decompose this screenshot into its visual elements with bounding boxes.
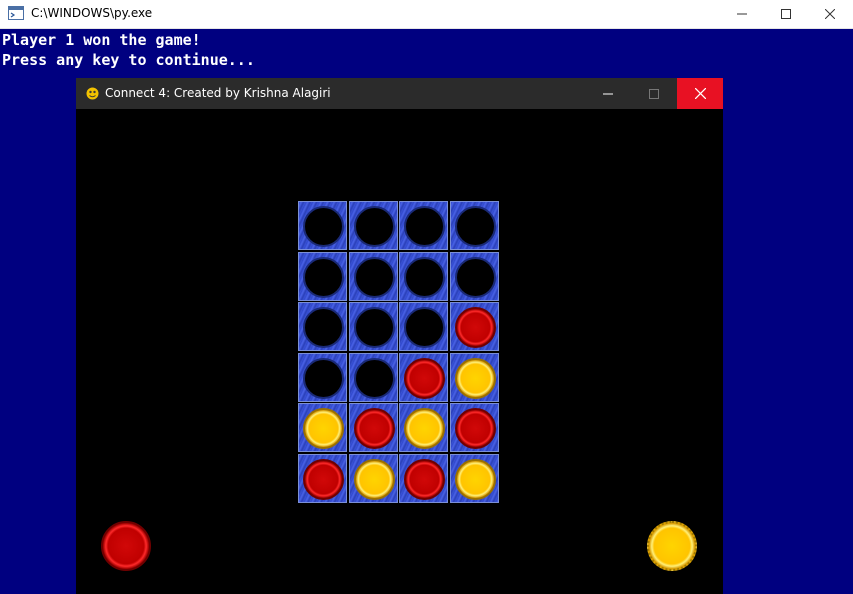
board-cell[interactable] bbox=[450, 403, 499, 452]
red-disc bbox=[455, 408, 496, 449]
pygame-icon bbox=[86, 87, 99, 100]
empty-slot bbox=[354, 257, 395, 298]
board-cell[interactable] bbox=[298, 201, 347, 250]
board-cell[interactable] bbox=[298, 252, 347, 301]
empty-slot bbox=[303, 307, 344, 348]
console-app-icon bbox=[8, 6, 24, 20]
player-1-red-token bbox=[101, 521, 151, 571]
empty-slot bbox=[303, 206, 344, 247]
yellow-disc bbox=[455, 459, 496, 500]
board-cell[interactable] bbox=[450, 302, 499, 351]
game-window-title: Connect 4: Created by Krishna Alagiri bbox=[105, 86, 331, 100]
board-cell[interactable] bbox=[298, 353, 347, 402]
board-cell[interactable] bbox=[399, 252, 448, 301]
board-cell[interactable] bbox=[349, 454, 398, 503]
board-cell[interactable] bbox=[349, 252, 398, 301]
empty-slot bbox=[354, 206, 395, 247]
empty-slot bbox=[455, 206, 496, 247]
yellow-disc bbox=[354, 459, 395, 500]
red-disc bbox=[455, 307, 496, 348]
board-cell[interactable] bbox=[450, 454, 499, 503]
board-cell[interactable] bbox=[450, 353, 499, 402]
yellow-disc bbox=[455, 358, 496, 399]
board-cell[interactable] bbox=[349, 353, 398, 402]
player-2-yellow-token bbox=[647, 521, 697, 571]
board-cell[interactable] bbox=[399, 454, 448, 503]
maximize-icon bbox=[649, 88, 659, 99]
game-window: Connect 4: Created by Krishna Alagiri bbox=[76, 78, 723, 594]
game-canvas[interactable] bbox=[76, 109, 723, 594]
board-cell[interactable] bbox=[450, 201, 499, 250]
empty-slot bbox=[303, 257, 344, 298]
board-cell[interactable] bbox=[399, 201, 448, 250]
console-titlebar: C:\WINDOWS\py.exe bbox=[0, 0, 853, 29]
console-title: C:\WINDOWS\py.exe bbox=[31, 6, 153, 20]
game-titlebar: Connect 4: Created by Krishna Alagiri bbox=[76, 78, 723, 109]
console-line-2: Press any key to continue... bbox=[2, 51, 255, 69]
board-cell[interactable] bbox=[298, 403, 347, 452]
red-disc bbox=[303, 459, 344, 500]
console-maximize-button[interactable] bbox=[763, 0, 809, 28]
console-line-1: Player 1 won the game! bbox=[2, 31, 201, 49]
board-cell[interactable] bbox=[399, 302, 448, 351]
game-board[interactable] bbox=[298, 201, 500, 505]
board-cell[interactable] bbox=[450, 252, 499, 301]
board-cell[interactable] bbox=[399, 353, 448, 402]
minimize-icon bbox=[603, 93, 613, 94]
board-cell[interactable] bbox=[349, 201, 398, 250]
empty-slot bbox=[303, 358, 344, 399]
empty-slot bbox=[404, 206, 445, 247]
console-minimize-button[interactable] bbox=[719, 0, 765, 28]
red-disc bbox=[404, 459, 445, 500]
board-cell[interactable] bbox=[298, 302, 347, 351]
empty-slot bbox=[354, 307, 395, 348]
game-minimize-button[interactable] bbox=[585, 78, 631, 109]
empty-slot bbox=[354, 358, 395, 399]
close-icon bbox=[825, 9, 835, 19]
game-close-button[interactable] bbox=[677, 78, 723, 109]
yellow-disc bbox=[303, 408, 344, 449]
empty-slot bbox=[455, 257, 496, 298]
game-maximize-button[interactable] bbox=[631, 78, 677, 109]
board-cell[interactable] bbox=[349, 403, 398, 452]
console-close-button[interactable] bbox=[807, 0, 853, 28]
empty-slot bbox=[404, 307, 445, 348]
red-disc bbox=[404, 358, 445, 399]
minimize-icon bbox=[737, 13, 747, 15]
empty-slot bbox=[404, 257, 445, 298]
close-icon bbox=[694, 88, 706, 99]
board-cell[interactable] bbox=[298, 454, 347, 503]
board-cell[interactable] bbox=[349, 302, 398, 351]
yellow-disc bbox=[404, 408, 445, 449]
red-disc bbox=[354, 408, 395, 449]
maximize-icon bbox=[781, 9, 791, 19]
board-cell[interactable] bbox=[399, 403, 448, 452]
